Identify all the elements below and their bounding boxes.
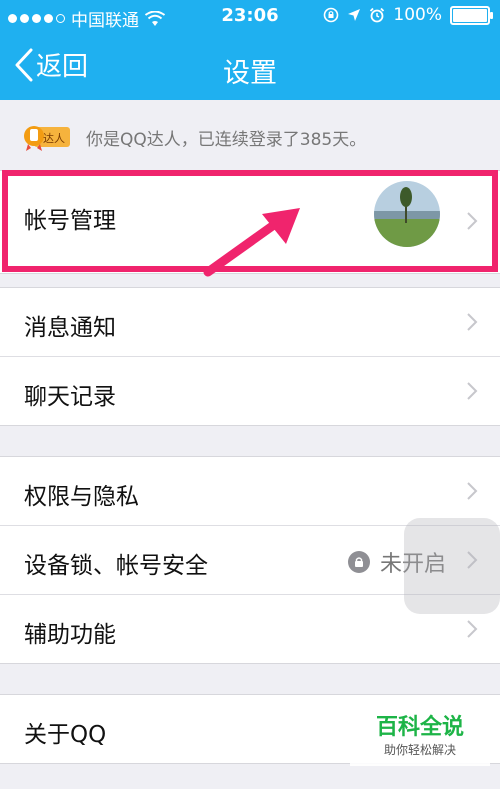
watermark-subtitle: 助你轻松解决 — [383, 743, 456, 757]
accessibility-row[interactable]: 辅助功能 — [0, 595, 500, 663]
device-lock-status: 未开启 — [347, 546, 446, 578]
row-label: 权限与隐私 — [24, 484, 139, 510]
battery-percent: 100% — [393, 5, 442, 25]
privacy-group: 权限与隐私 设备锁、帐号安全 未开启 辅助功能 — [0, 456, 500, 664]
account-group: 帐号管理 — [0, 170, 500, 274]
battery-icon — [450, 5, 493, 25]
row-label: 辅助功能 — [24, 622, 116, 648]
row-label: 设备锁、帐号安全 — [24, 553, 208, 579]
header: 中国联通 23:06 100% 返回 设置 — [0, 0, 500, 100]
notifications-row[interactable]: 消息通知 — [0, 288, 500, 357]
row-label: 关于QQ — [24, 722, 107, 748]
row-label: 聊天记录 — [24, 384, 116, 410]
page-title: 设置 — [223, 58, 277, 89]
watermark-title: 百科全说 — [375, 715, 464, 740]
chevron-right-icon — [467, 313, 478, 331]
permissions-privacy-row[interactable]: 权限与隐私 — [0, 457, 500, 526]
alarm-icon — [370, 7, 385, 23]
vip-badge-icon: 达人 — [24, 126, 70, 151]
chat-history-row[interactable]: 聊天记录 — [0, 357, 500, 425]
lock-icon — [347, 551, 370, 573]
status-value: 未开启 — [379, 552, 446, 577]
account-management-row[interactable]: 帐号管理 — [0, 171, 500, 273]
row-label: 帐号管理 — [24, 208, 116, 234]
chevron-right-icon — [467, 382, 478, 400]
device-lock-row[interactable]: 设备锁、帐号安全 未开启 — [0, 526, 500, 595]
chevron-right-icon — [467, 482, 478, 500]
chevron-right-icon — [467, 620, 478, 638]
nav-bar: 返回 设置 — [0, 34, 500, 100]
watermark: 百科全说 助你轻松解决 — [350, 714, 490, 766]
status-bar: 中国联通 23:06 100% — [0, 0, 500, 34]
vip-message: 你是QQ达人，已连续登录了385天。 — [86, 130, 367, 150]
vip-banner: 达人 你是QQ达人，已连续登录了385天。 — [0, 100, 500, 170]
location-icon — [348, 9, 361, 21]
messages-group: 消息通知 聊天记录 — [0, 287, 500, 426]
avatar — [374, 181, 440, 247]
rotation-lock-icon — [324, 7, 339, 23]
chevron-right-icon — [467, 212, 478, 230]
chevron-right-icon — [467, 551, 478, 569]
row-label: 消息通知 — [24, 315, 116, 341]
vip-badge-text: 达人 — [43, 132, 65, 145]
